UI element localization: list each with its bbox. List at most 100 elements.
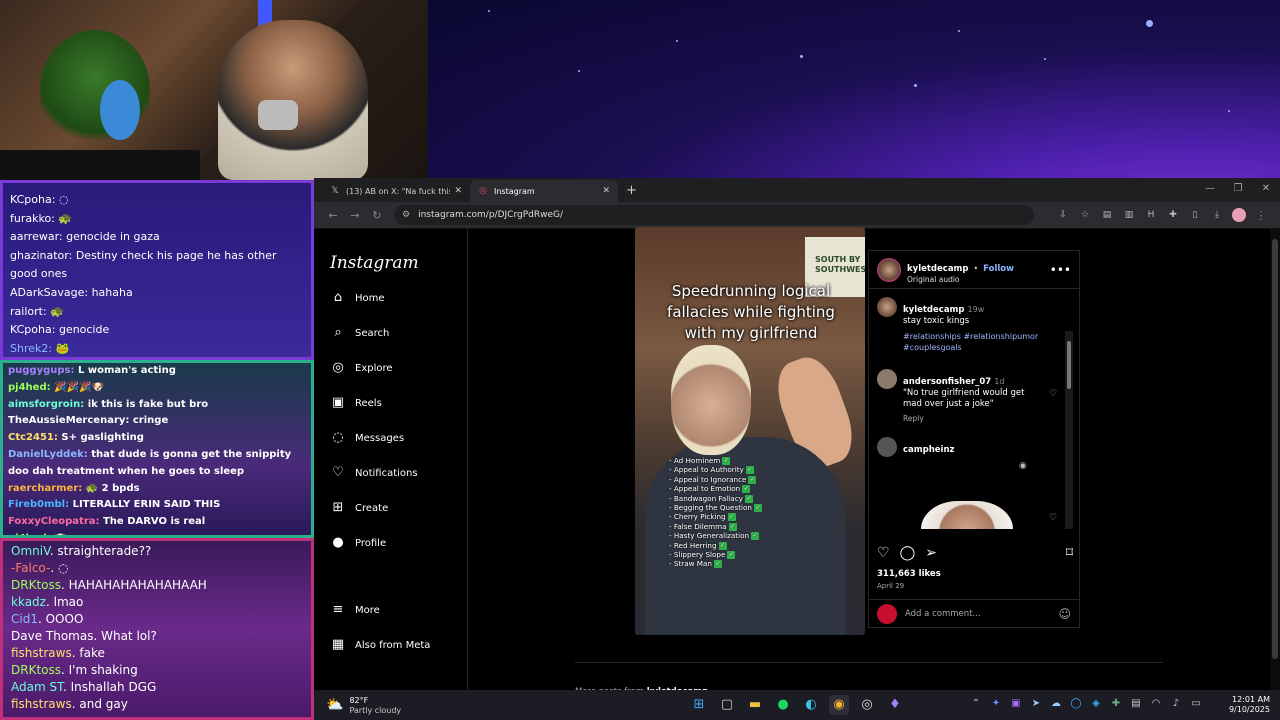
avatar[interactable]	[877, 297, 897, 317]
edge-icon[interactable]: ◐	[801, 695, 821, 715]
fallacy-item: - Appeal to Authority ✓	[669, 465, 754, 475]
like-comment-icon[interactable]: ♡	[1049, 513, 1057, 523]
avatar[interactable]	[877, 369, 897, 389]
url-field[interactable]: ⚙ instagram.com/p/DJCrgPdRweG/	[394, 205, 1034, 225]
app-icon[interactable]: ♦	[885, 695, 905, 715]
post-date: April 29	[877, 582, 905, 590]
comments-scrollbar[interactable]	[1065, 331, 1073, 529]
chat-line: DRKtoss. I'm shaking	[11, 663, 138, 677]
chevron-up-icon[interactable]: ⌃	[966, 698, 986, 709]
new-tab-button[interactable]: +	[626, 180, 637, 202]
nav-item-profile[interactable]: ● Profile	[330, 535, 386, 551]
nav-item-search[interactable]: ⌕ Search	[330, 325, 389, 341]
nav-item-also-from-meta[interactable]: ▦ Also from Meta	[330, 637, 431, 653]
weather-widget[interactable]: ⛅ 82°F Partly cloudy	[326, 696, 401, 715]
volume-icon[interactable]: ♪	[1166, 698, 1186, 709]
chrome-icon[interactable]: ◉	[829, 695, 849, 715]
comment-input[interactable]: Add a comment...	[905, 609, 981, 619]
extension-icon[interactable]: ▤	[1096, 210, 1118, 220]
nav-item-reels[interactable]: ▣ Reels	[330, 395, 382, 411]
close-window-button[interactable]: ✕	[1252, 178, 1280, 200]
profile-avatar[interactable]	[1232, 208, 1246, 222]
chat-line: Cid1. OOOO	[11, 612, 84, 626]
nav-icon: ⊞	[332, 500, 344, 515]
share-icon[interactable]: ➢	[925, 545, 937, 561]
fallacy-item: - False Dilemma ✓	[669, 521, 737, 531]
tab-x[interactable]: 𝕏 (13) AB on X: "Na fuck this. I'm ✕	[322, 180, 470, 202]
bookmark-star-icon[interactable]: ☆	[1074, 210, 1096, 220]
tray-app-icon[interactable]: ✦	[986, 698, 1006, 709]
windows-start-icon[interactable]: ⊞	[689, 695, 709, 715]
extension-icon[interactable]: H	[1140, 210, 1162, 220]
like-icon[interactable]: ♡	[877, 545, 890, 561]
caption: kyletdecamp 19w stay toxic kings	[877, 297, 984, 327]
extension-icon[interactable]: ▥	[1118, 210, 1140, 220]
tab-instagram[interactable]: ◎ Instagram ✕	[470, 180, 618, 202]
author-username[interactable]: kyletdecamp	[907, 264, 969, 274]
puzzle-icon[interactable]: ✚	[1162, 210, 1184, 220]
comment-image	[921, 501, 1013, 529]
sidebar-icon[interactable]: ▯	[1184, 210, 1206, 220]
site-info-icon[interactable]: ⚙	[402, 210, 410, 220]
chat-line: ADarkSavage: hahaha	[10, 285, 133, 299]
tray-app-icon[interactable]: ▤	[1126, 698, 1146, 709]
file-explorer-icon[interactable]: ▬	[745, 695, 765, 715]
reload-icon[interactable]: ↻	[366, 209, 388, 222]
tray-app-icon[interactable]: ➤	[1026, 698, 1046, 709]
emoji-icon[interactable]: ☺	[1058, 607, 1071, 621]
more-options-icon[interactable]: •••	[1050, 263, 1071, 277]
tray-app-icon[interactable]: ✚	[1106, 698, 1126, 709]
chat-line: DRKtoss. HAHAHAHAHAHAHAAH	[11, 578, 207, 592]
spotify-icon[interactable]: ●	[773, 695, 793, 715]
fallacy-list: - Ad Hominem ✓ - Appeal to Authority ✓ - App…	[669, 456, 762, 569]
instagram-logo[interactable]: Instagram	[330, 253, 419, 273]
back-icon[interactable]: ←	[322, 209, 344, 222]
install-icon[interactable]: ⇩	[1052, 210, 1074, 220]
reply-button[interactable]: Reply	[903, 414, 1043, 423]
likes-count[interactable]: 311,663 likes	[877, 569, 941, 579]
nav-item-create[interactable]: ⊞ Create	[330, 500, 389, 516]
forward-icon[interactable]: →	[344, 209, 366, 222]
save-icon[interactable]: ⌑	[1066, 545, 1073, 561]
partly-cloudy-icon: ⛅	[326, 697, 344, 713]
browser-window: 𝕏 (13) AB on X: "Na fuck this. I'm ✕ ◎ I…	[314, 178, 1280, 697]
obs-icon[interactable]: ◎	[857, 695, 877, 715]
maximize-button[interactable]: ❐	[1224, 178, 1252, 200]
tray-app-icon[interactable]: ◯	[1066, 698, 1086, 709]
taskbar: ⛅ 82°F Partly cloudy ⊞ ▢ ▬ ● ◐ ◉ ◎ ♦ ⌃ ✦…	[314, 690, 1280, 720]
screen: KCpoha: ◌ furakko: 🐢 aarrewar: genocide …	[0, 0, 1280, 720]
nav-icon: ▦	[331, 637, 345, 652]
audio-label[interactable]: Original audio	[907, 275, 1014, 284]
wifi-icon[interactable]: ◠	[1146, 698, 1166, 709]
tray-app-icon[interactable]: ☁	[1046, 698, 1066, 709]
close-icon[interactable]: ✕	[602, 186, 610, 196]
clock[interactable]: 12:01 AM 9/10/2025	[1229, 695, 1270, 715]
check-icon: ✓	[727, 513, 736, 522]
nav-item-notifications[interactable]: ♡ Notifications	[330, 465, 417, 481]
chat-line: pj4hed: 🎉🎉🎉🐶	[8, 381, 104, 393]
person-head	[671, 345, 751, 455]
post-panel: kyletdecamp • Follow Original audio ••• …	[868, 250, 1080, 628]
close-icon[interactable]: ✕	[454, 186, 462, 196]
task-view-icon[interactable]: ▢	[717, 695, 737, 715]
comment-icon[interactable]: ◯	[900, 545, 916, 561]
nav-item-more[interactable]: ≡ More	[330, 602, 380, 618]
check-icon: ✓	[728, 522, 737, 531]
tray-app-icon[interactable]: ◈	[1086, 698, 1106, 709]
check-icon: ✓	[751, 532, 760, 541]
reel-video[interactable]: SOUTH BY SOUTHWEST Speedrunning logical …	[635, 227, 865, 635]
follow-button[interactable]: Follow	[983, 264, 1014, 274]
like-comment-icon[interactable]: ♡	[1049, 389, 1057, 399]
nav-item-messages[interactable]: ◌ Messages	[330, 430, 404, 446]
menu-icon[interactable]: ⋮	[1250, 209, 1272, 222]
microphone	[258, 100, 298, 130]
minimize-button[interactable]: —	[1196, 178, 1224, 200]
downloads-icon[interactable]: ⤓	[1206, 210, 1228, 220]
nav-item-home[interactable]: ⌂ Home	[330, 290, 385, 306]
tray-app-icon[interactable]: ▣	[1006, 698, 1026, 709]
author-avatar[interactable]	[877, 257, 901, 282]
nav-item-explore[interactable]: ◎ Explore	[330, 360, 392, 376]
battery-icon[interactable]: ▭	[1186, 698, 1206, 709]
avatar[interactable]	[877, 437, 897, 457]
page-scrollbar[interactable]	[1270, 229, 1280, 690]
